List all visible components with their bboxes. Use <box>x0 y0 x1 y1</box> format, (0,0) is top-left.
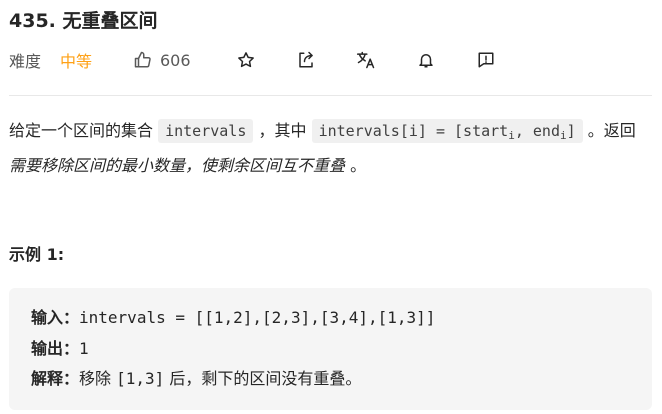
explanation-label: 解释： <box>31 369 80 388</box>
output-value: 1 <box>79 339 89 358</box>
difficulty-label: 难度 <box>9 52 42 71</box>
example-block: 输入：intervals = [[1,2],[2,3],[3,4],[1,3]]… <box>9 288 652 410</box>
desc-text: 。返回 <box>582 121 636 140</box>
problem-title: 435. 无重叠区间 <box>9 10 158 32</box>
example-input-line: 输入：intervals = [[1,2],[2,3],[3,4],[1,3]] <box>31 306 435 330</box>
translate-button[interactable] <box>353 46 379 74</box>
share-icon <box>299 51 313 68</box>
input-label: 输入： <box>31 308 80 327</box>
explanation-text: 后，剩下的区间没有重叠。 <box>164 369 362 388</box>
notification-button[interactable] <box>413 46 439 74</box>
feedback-icon <box>478 52 494 68</box>
explanation-text: 移除 <box>79 369 117 388</box>
example-heading: 示例 1: <box>9 245 65 264</box>
share-button[interactable] <box>293 46 319 74</box>
divider <box>9 95 652 96</box>
bell-icon <box>419 54 433 68</box>
like-count: 606 <box>160 50 191 70</box>
feedback-button[interactable] <box>473 46 499 74</box>
problem-description: 给定一个区间的集合 intervals ，其中 intervals[i] = [… <box>9 116 654 181</box>
problem-meta-bar: 难度 中等 606 <box>9 46 649 74</box>
star-icon <box>238 52 254 68</box>
desc-emphasis: 需要移除区间的最小数量，使剩余区间互不重叠 <box>9 156 346 175</box>
like-button[interactable]: 606 <box>134 46 191 74</box>
output-label: 输出： <box>31 339 80 358</box>
difficulty-badge: 中等 <box>60 52 93 71</box>
desc-text: 。 <box>345 156 367 175</box>
input-value: intervals = [[1,2],[2,3],[3,4],[1,3]] <box>79 308 436 327</box>
example-explanation-line: 解释：移除 [1,3] 后，剩下的区间没有重叠。 <box>31 367 361 391</box>
explanation-code: [1,3] <box>116 369 165 388</box>
inline-code-intervals: intervals <box>158 119 254 143</box>
favorite-button[interactable] <box>233 46 259 74</box>
example-output-line: 输出：1 <box>31 337 89 361</box>
desc-text: 给定一个区间的集合 <box>9 121 159 140</box>
inline-code-interval-def: intervals[i] = [starti, endi] <box>311 119 583 143</box>
thumbs-up-icon <box>134 51 151 68</box>
desc-text: ，其中 <box>253 121 312 140</box>
translate-icon <box>356 51 375 69</box>
